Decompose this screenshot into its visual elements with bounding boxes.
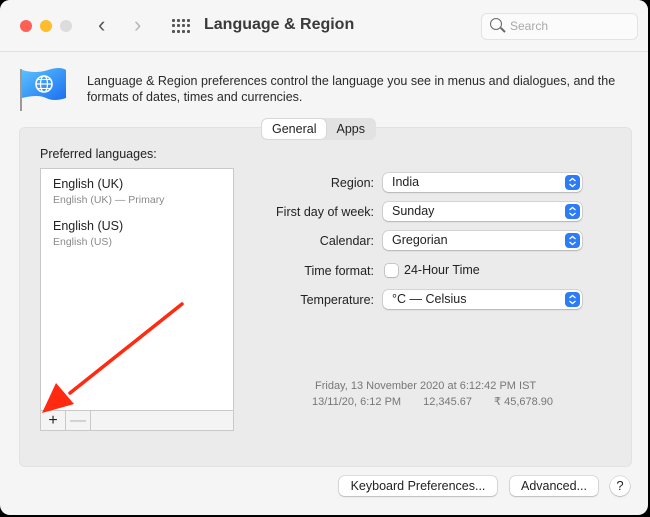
list-item[interactable]: English (US) English (US) xyxy=(53,218,123,249)
search-field[interactable] xyxy=(481,13,638,40)
tab-bar: General Apps xyxy=(261,118,376,140)
time-format-label: Time format: xyxy=(304,264,374,278)
pane-description: Language & Region preferences control th… xyxy=(87,74,616,104)
preferences-window: ‹ › Language & Region Language & Region … xyxy=(0,0,648,515)
first-day-label: First day of week: xyxy=(276,205,374,219)
tab-apps[interactable]: Apps xyxy=(326,119,375,139)
list-item[interactable]: English (UK) English (UK) — Primary xyxy=(53,176,164,207)
updown-chevron-icon xyxy=(565,292,580,307)
temperature-popup[interactable]: °C — Celsius xyxy=(383,290,582,309)
region-value: India xyxy=(392,175,420,189)
forward-chevron-icon[interactable]: › xyxy=(134,12,141,38)
region-label: Region: xyxy=(330,176,374,190)
updown-chevron-icon xyxy=(565,175,580,190)
remove-language-button[interactable]: — xyxy=(66,411,91,430)
show-all-grid-icon[interactable] xyxy=(172,19,190,33)
updown-chevron-icon xyxy=(565,233,580,248)
sample-number: 12,345.67 xyxy=(423,396,473,408)
calendar-value: Gregorian xyxy=(392,233,448,247)
close-window-button[interactable] xyxy=(20,20,32,32)
24-hour-time-label[interactable]: 24-Hour Time xyxy=(404,263,480,277)
minimize-window-button[interactable] xyxy=(40,20,52,32)
tab-general[interactable]: General xyxy=(262,119,327,139)
updown-chevron-icon xyxy=(565,204,580,219)
sample-short-date: 13/11/20, 6:12 PM xyxy=(312,396,402,408)
language-flag-icon xyxy=(20,68,66,111)
window-title: Language & Region xyxy=(204,16,355,33)
calendar-popup[interactable]: Gregorian xyxy=(383,231,582,250)
zoom-window-button[interactable] xyxy=(60,20,72,32)
sample-long-date: Friday, 13 November 2020 at 6:12:42 PM I… xyxy=(315,380,537,392)
language-subtitle: English (UK) — Primary xyxy=(53,194,165,206)
keyboard-preferences-button[interactable]: Keyboard Preferences... xyxy=(339,476,497,496)
language-name: English (US) xyxy=(53,219,124,233)
calendar-label: Calendar: xyxy=(319,234,374,248)
search-icon xyxy=(490,18,502,30)
24-hour-time-checkbox[interactable] xyxy=(385,264,398,277)
preferred-languages-list[interactable]: English (UK) English (UK) — Primary Engl… xyxy=(40,168,234,431)
list-footer: + — xyxy=(41,410,233,430)
sample-formats: 13/11/20, 6:12 PM 12,345.67 ₹ 45,678.90 xyxy=(312,395,575,408)
language-name: English (UK) xyxy=(53,177,124,191)
search-input[interactable] xyxy=(510,17,630,35)
advanced-button[interactable]: Advanced... xyxy=(510,476,598,496)
temperature-value: °C — Celsius xyxy=(392,292,467,306)
preferred-languages-label: Preferred languages: xyxy=(40,147,157,161)
title-bar: ‹ › Language & Region xyxy=(0,0,648,52)
first-day-popup[interactable]: Sunday xyxy=(383,202,582,221)
region-popup[interactable]: India xyxy=(383,173,582,192)
add-language-button[interactable]: + xyxy=(41,411,66,430)
help-button[interactable]: ? xyxy=(610,476,630,496)
first-day-value: Sunday xyxy=(392,204,435,218)
temperature-label: Temperature: xyxy=(300,293,374,307)
back-chevron-icon[interactable]: ‹ xyxy=(98,12,105,38)
language-subtitle: English (US) xyxy=(53,236,112,248)
sample-currency: ₹ 45,678.90 xyxy=(494,396,554,408)
